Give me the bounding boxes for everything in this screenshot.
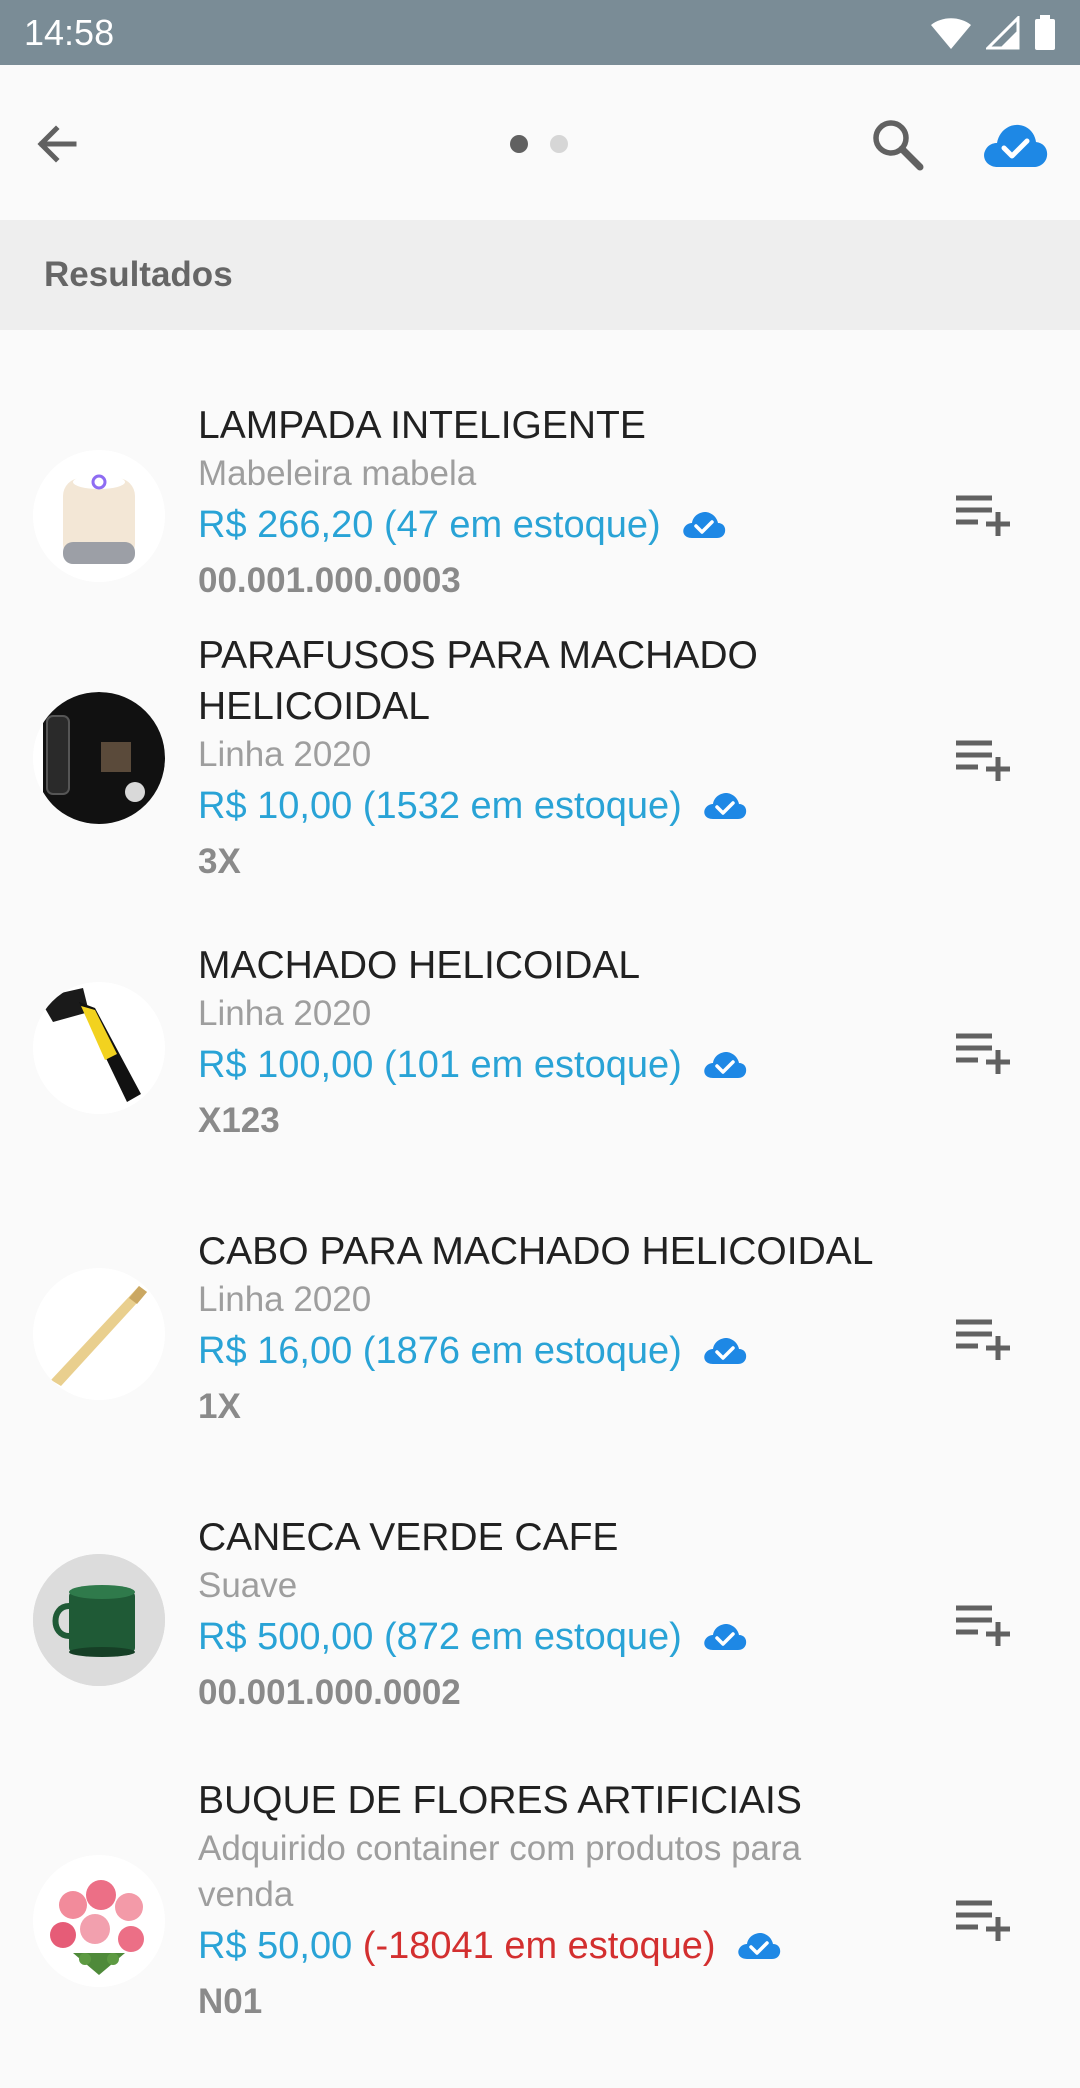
cloud-check-icon[interactable] (980, 115, 1050, 175)
product-price-row: R$ 10,00 (1532 em estoque) (198, 778, 898, 834)
product-info: CABO PARA MACHADO HELICOIDAL Linha 2020 … (198, 1226, 898, 1435)
product-thumbnail-mug (33, 1554, 165, 1686)
product-item[interactable]: CABO PARA MACHADO HELICOIDAL Linha 2020 … (0, 1226, 1080, 1486)
status-time: 14:58 (24, 11, 115, 53)
product-stock-negative: (-18041 em estoque) (362, 1925, 716, 1967)
product-thumbnail-axe (33, 982, 165, 1114)
product-thumbnail-handle (33, 1268, 165, 1400)
product-price: R$ 266,20 (198, 504, 374, 546)
product-stock: (1532 em estoque) (362, 785, 682, 827)
add-to-list-icon[interactable] (952, 1600, 1014, 1650)
product-name: CABO PARA MACHADO HELICOIDAL (198, 1230, 874, 1273)
product-stock: (872 em estoque) (383, 1616, 682, 1658)
product-name: CANECA VERDE CAFE (198, 1516, 619, 1559)
product-name: BUQUE DE FLORES ARTIFICIAIS (198, 1779, 802, 1822)
product-thumbnail-screws (33, 692, 165, 824)
synced-cloud-icon (704, 1624, 746, 1650)
page-dot-inactive (550, 135, 568, 153)
synced-cloud-icon (737, 1933, 780, 1959)
results-header: Resultados (0, 220, 1080, 330)
product-name: LAMPADA INTELIGENTE (198, 404, 646, 447)
product-subtitle: Linha 2020 (198, 1280, 372, 1319)
product-price: R$ 10,00 (198, 785, 353, 827)
product-price-row: R$ 500,00 (872 em estoque) (198, 1609, 898, 1665)
product-item[interactable]: MACHADO HELICOIDAL Linha 2020 R$ 100,00 … (0, 940, 1080, 1200)
product-code: X123 (198, 1101, 280, 1140)
product-thumbnail-flowers (33, 1855, 165, 1987)
section-title: Resultados (44, 255, 233, 294)
search-icon[interactable] (866, 113, 928, 175)
product-code: 00.001.000.0003 (198, 561, 461, 600)
add-to-list-icon[interactable] (952, 1028, 1014, 1078)
product-stock: (1876 em estoque) (362, 1330, 682, 1372)
product-price: R$ 16,00 (198, 1330, 353, 1372)
product-item[interactable]: CANECA VERDE CAFE Suave R$ 500,00 (872 e… (0, 1512, 1080, 1772)
product-subtitle: Adquirido container com produtos para ve… (198, 1829, 802, 1914)
product-code: 00.001.000.0002 (198, 1673, 461, 1712)
product-info: PARAFUSOS PARA MACHADO HELICOIDAL Linha … (198, 630, 898, 890)
add-to-list-icon[interactable] (952, 735, 1014, 785)
product-stock: (47 em estoque) (383, 504, 661, 546)
product-subtitle: Linha 2020 (198, 994, 372, 1033)
product-subtitle: Suave (198, 1566, 298, 1605)
synced-cloud-icon (704, 1052, 746, 1078)
battery-icon (1035, 14, 1055, 50)
add-to-list-icon[interactable] (952, 490, 1014, 540)
synced-cloud-icon (682, 512, 725, 538)
synced-cloud-icon (704, 1338, 746, 1364)
product-item[interactable]: PARAFUSOS PARA MACHADO HELICOIDAL Linha … (0, 630, 1080, 890)
product-item[interactable]: LAMPADA INTELIGENTE Mabeleira mabela R$ … (0, 370, 1080, 600)
product-price: R$ 500,00 (198, 1616, 374, 1658)
product-stock: (101 em estoque) (383, 1044, 682, 1086)
product-code: 1X (198, 1387, 241, 1426)
product-price: R$ 100,00 (198, 1044, 374, 1086)
product-subtitle: Linha 2020 (198, 735, 372, 774)
product-price-row: R$ 100,00 (101 em estoque) (198, 1037, 898, 1093)
product-thumbnail-lamp (33, 450, 165, 582)
back-arrow-icon[interactable] (28, 115, 86, 173)
product-info: CANECA VERDE CAFE Suave R$ 500,00 (872 e… (198, 1512, 898, 1721)
add-to-list-icon[interactable] (952, 1314, 1014, 1364)
product-info: BUQUE DE FLORES ARTIFICIAIS Adquirido co… (198, 1775, 898, 2030)
wifi-icon (931, 17, 971, 49)
product-price: R$ 50,00 (198, 1925, 353, 1967)
product-price-row: R$ 50,00 (-18041 em estoque) (198, 1918, 898, 1974)
add-to-list-icon[interactable] (952, 1895, 1014, 1945)
product-item[interactable]: BUQUE DE FLORES ARTIFICIAIS Adquirido co… (0, 1775, 1080, 2075)
status-icons (930, 14, 1056, 51)
status-bar: 14:58 (0, 0, 1080, 65)
signal-icon (986, 15, 1020, 49)
product-name: PARAFUSOS PARA MACHADO HELICOIDAL (198, 634, 758, 728)
page-dot-active (510, 135, 528, 153)
product-subtitle: Mabeleira mabela (198, 454, 477, 493)
product-code: N01 (198, 1982, 263, 2021)
page-indicator (510, 135, 568, 153)
product-price-row: R$ 16,00 (1876 em estoque) (198, 1323, 898, 1379)
product-info: MACHADO HELICOIDAL Linha 2020 R$ 100,00 … (198, 940, 898, 1149)
product-name: MACHADO HELICOIDAL (198, 944, 641, 987)
synced-cloud-icon (704, 793, 746, 819)
product-code: 3X (198, 842, 241, 881)
app-bar (0, 65, 1080, 220)
product-info: LAMPADA INTELIGENTE Mabeleira mabela R$ … (198, 400, 898, 609)
product-price-row: R$ 266,20 (47 em estoque) (198, 497, 898, 553)
